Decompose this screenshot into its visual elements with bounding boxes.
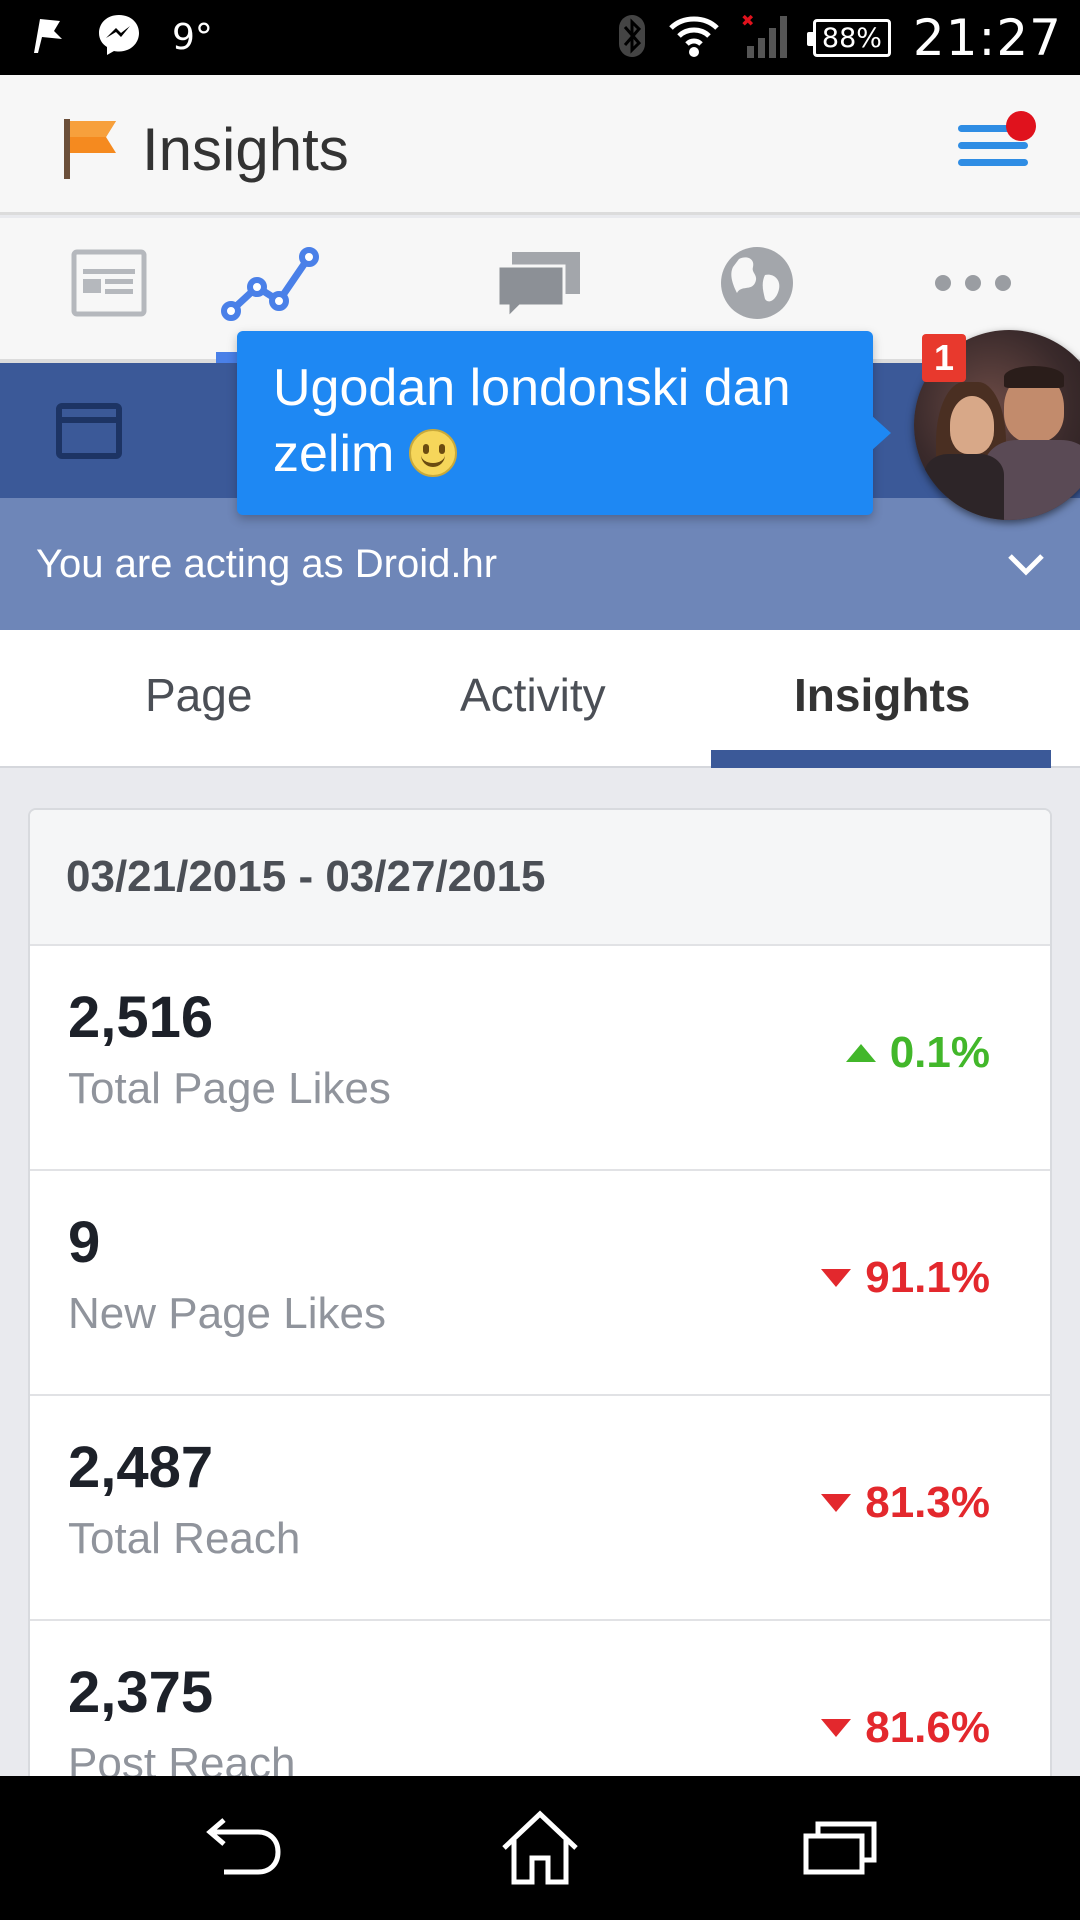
- flag-notification-icon: [30, 15, 66, 60]
- metric-change-value: 81.3%: [865, 1478, 990, 1527]
- trend-down-icon: [821, 1269, 852, 1287]
- metric-value: 2,487: [68, 1435, 214, 1500]
- trend-down-icon: [821, 1494, 852, 1512]
- metric-change: 91.1%: [821, 1253, 990, 1303]
- metric-value: 2,516: [68, 985, 214, 1050]
- svg-text:✖: ✖: [741, 12, 754, 30]
- acting-as-text: You are acting as Droid.hr: [36, 542, 498, 586]
- signal-icon: ✖: [741, 11, 791, 65]
- insights-card: 03/21/2015 - 03/27/2015 2,516 Total Page…: [28, 808, 1052, 1920]
- date-range: 03/21/2015 - 03/27/2015: [30, 810, 1050, 946]
- metric-value: 9: [68, 1210, 101, 1275]
- home-button[interactable]: [490, 1810, 590, 1891]
- nav-tab-more[interactable]: [918, 240, 1028, 330]
- trend-down-icon: [821, 1719, 852, 1737]
- metric-row[interactable]: 2,487 Total Reach 81.3%: [30, 1396, 1050, 1621]
- clock-text: 21:27: [912, 9, 1062, 67]
- metric-row[interactable]: 9 New Page Likes 91.1%: [30, 1171, 1050, 1396]
- metric-change-value: 81.6%: [865, 1703, 990, 1752]
- status-bar: 9° ✖ 88% 21:27: [0, 0, 1080, 75]
- active-tab-indicator: [711, 750, 1051, 768]
- temperature-text: 9°: [172, 17, 213, 58]
- chat-head-message-text: Ugodan londonski dan zelim: [273, 359, 791, 483]
- metric-change: 81.3%: [821, 1478, 990, 1528]
- metric-change-value: 0.1%: [889, 1028, 990, 1077]
- acting-as-bar[interactable]: You are acting as Droid.hr: [0, 498, 1080, 630]
- app-header: Insights: [0, 75, 1080, 215]
- tab-insights[interactable]: Insights: [794, 668, 970, 722]
- page-title: Insights: [142, 116, 349, 183]
- metric-label: Total Page Likes: [68, 1064, 391, 1113]
- metric-change: 0.1%: [845, 1028, 990, 1078]
- metric-change-value: 91.1%: [865, 1253, 990, 1302]
- nav-tab-messages[interactable]: [484, 240, 594, 330]
- globe-icon: [719, 245, 795, 326]
- battery-indicator: 88%: [806, 19, 891, 57]
- chat-head-badge: 1: [922, 334, 966, 382]
- messenger-icon: [96, 12, 142, 63]
- messages-icon: [494, 246, 584, 325]
- system-nav-bar: [0, 1776, 1080, 1920]
- recent-apps-button[interactable]: [790, 1812, 890, 1888]
- chat-head-message-bubble[interactable]: Ugodan londonski dan zelim: [237, 331, 891, 515]
- chevron-down-icon[interactable]: [1006, 548, 1046, 578]
- nav-tab-globe[interactable]: [702, 240, 812, 330]
- page-icon[interactable]: [56, 403, 122, 459]
- bluetooth-icon: [617, 13, 647, 64]
- nav-tab-news-feed[interactable]: [54, 240, 164, 330]
- smiley-emoji-icon: [408, 429, 457, 477]
- trend-up-icon: [845, 1044, 876, 1062]
- news-feed-icon: [71, 249, 147, 322]
- page-tabs: Page Activity Insights: [0, 630, 1080, 768]
- metric-change: 81.6%: [821, 1703, 990, 1753]
- tab-activity[interactable]: Activity: [460, 668, 606, 722]
- home-icon: [498, 1810, 582, 1891]
- back-button[interactable]: [194, 1812, 294, 1888]
- tab-page[interactable]: Page: [145, 668, 252, 722]
- metric-label: Total Reach: [68, 1514, 301, 1563]
- notification-dot: [1006, 111, 1036, 141]
- nav-tab-insights[interactable]: [216, 240, 326, 330]
- recent-apps-icon: [802, 1820, 878, 1881]
- metric-value: 2,375: [68, 1660, 214, 1725]
- back-icon: [204, 1817, 284, 1883]
- more-dots-icon: [933, 273, 1013, 298]
- wifi-icon: [669, 14, 719, 63]
- metric-row[interactable]: 2,516 Total Page Likes 0.1%: [30, 946, 1050, 1171]
- pages-flag-icon: [60, 115, 120, 181]
- metric-label: New Page Likes: [68, 1289, 386, 1338]
- insights-graph-icon: [221, 243, 321, 328]
